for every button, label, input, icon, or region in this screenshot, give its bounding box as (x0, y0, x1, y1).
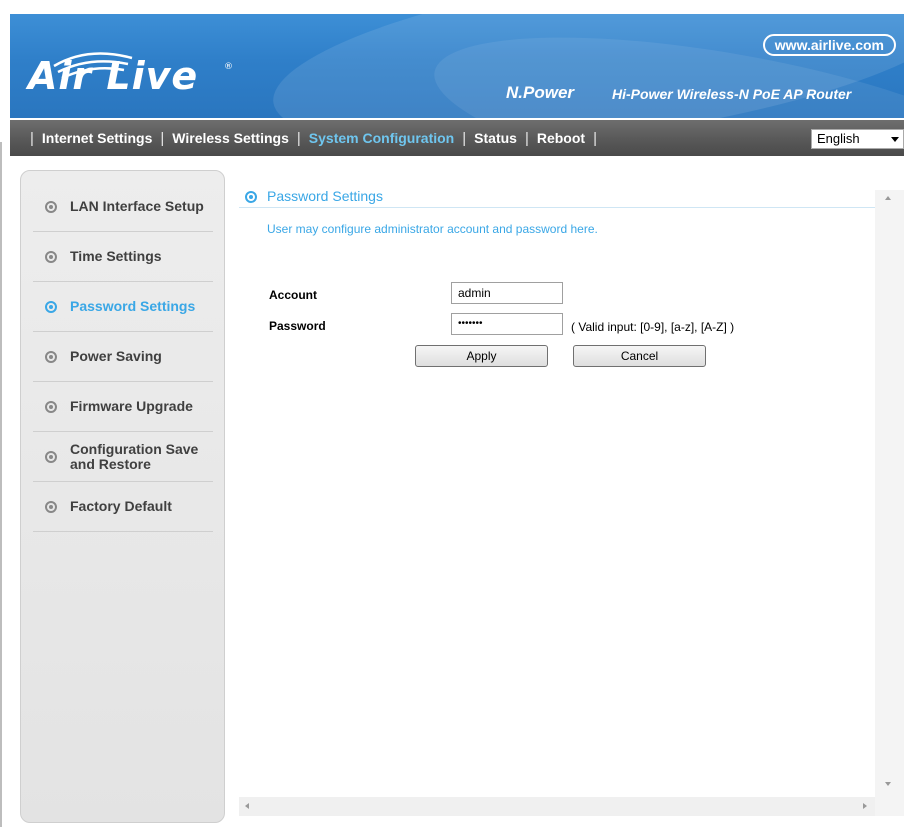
account-input[interactable]: admin (451, 282, 563, 304)
password-label: Password (269, 319, 326, 333)
registered-mark: ® (224, 62, 233, 72)
password-input[interactable]: ••••••• (451, 313, 563, 335)
account-label: Account (269, 288, 317, 302)
nav-separator: | (30, 129, 34, 147)
sidebar-item-label: LAN Interface Setup (70, 198, 204, 214)
sidebar-item-label: Power Saving (70, 348, 162, 364)
radio-bullet-icon (45, 250, 57, 263)
cancel-button[interactable]: Cancel (573, 345, 706, 367)
sidebar-item-configuration-save-restore[interactable]: Configuration Save and Restore (33, 432, 213, 482)
sidebar-item-firmware-upgrade[interactable]: Firmware Upgrade (33, 382, 213, 432)
language-select[interactable]: English (811, 129, 904, 149)
sidebar-item-label: Time Settings (70, 248, 162, 264)
radio-bullet-icon (45, 400, 57, 413)
scroll-left-icon[interactable] (245, 803, 249, 809)
nav-menu: | Internet Settings | Wireless Settings … (22, 120, 605, 156)
sidebar: LAN Interface Setup Time Settings Passwo… (20, 170, 225, 823)
scroll-up-icon[interactable] (885, 196, 891, 200)
scroll-right-icon[interactable] (863, 803, 867, 809)
sidebar-item-time-settings[interactable]: Time Settings (33, 232, 213, 282)
radio-bullet-icon (45, 350, 57, 363)
nav-system-configuration[interactable]: System Configuration (309, 130, 454, 146)
brand-name: N.Power (506, 83, 575, 102)
section-title: Password Settings (267, 188, 383, 204)
nav-separator: | (462, 129, 467, 147)
radio-bullet-icon (45, 450, 57, 463)
sidebar-item-label: Password Settings (70, 298, 196, 314)
logo-text: Air Live (28, 54, 199, 98)
nav-separator: | (524, 129, 529, 147)
nav-wireless-settings[interactable]: Wireless Settings (172, 130, 289, 146)
scroll-down-icon[interactable] (885, 782, 891, 786)
header-banner: Air Live ® www.airlive.com N.Power Hi-Po… (10, 14, 904, 118)
top-navbar: | Internet Settings | Wireless Settings … (10, 120, 904, 156)
website-link[interactable]: www.airlive.com (762, 34, 896, 56)
sidebar-item-label: Firmware Upgrade (70, 398, 193, 414)
window-left-edge (0, 142, 2, 827)
radio-bullet-icon (45, 200, 57, 213)
router-admin-page: Air Live ® www.airlive.com N.Power Hi-Po… (10, 14, 904, 827)
horizontal-scrollbar[interactable] (239, 797, 875, 816)
section-description: User may configure administrator account… (267, 222, 598, 236)
radio-bullet-icon (45, 300, 57, 313)
language-value: English (817, 131, 860, 146)
nav-separator: | (296, 129, 301, 147)
product-tagline: Hi-Power Wireless-N PoE AP Router (612, 86, 852, 102)
sidebar-item-label: Configuration Save and Restore (70, 440, 199, 472)
nav-separator: | (593, 129, 597, 147)
nav-status[interactable]: Status (474, 130, 517, 146)
radio-bullet-icon (245, 191, 257, 203)
sidebar-item-label: Factory Default (70, 498, 172, 514)
apply-button[interactable]: Apply (415, 345, 548, 367)
radio-bullet-icon (45, 500, 57, 513)
sidebar-item-power-saving[interactable]: Power Saving (33, 332, 213, 382)
sidebar-item-lan-interface-setup[interactable]: LAN Interface Setup (33, 182, 213, 232)
password-hint: ( Valid input: [0-9], [a-z], [A-Z] ) (571, 320, 735, 334)
nav-separator: | (160, 129, 165, 147)
section-header: Password Settings (239, 186, 879, 208)
nav-reboot[interactable]: Reboot (537, 130, 585, 146)
sidebar-item-factory-default[interactable]: Factory Default (33, 482, 213, 532)
vertical-scrollbar[interactable] (875, 190, 904, 816)
nav-internet-settings[interactable]: Internet Settings (42, 130, 152, 146)
sidebar-item-password-settings[interactable]: Password Settings (33, 282, 213, 332)
main-content: Password Settings User may configure adm… (239, 172, 899, 812)
chevron-down-icon (891, 137, 899, 142)
